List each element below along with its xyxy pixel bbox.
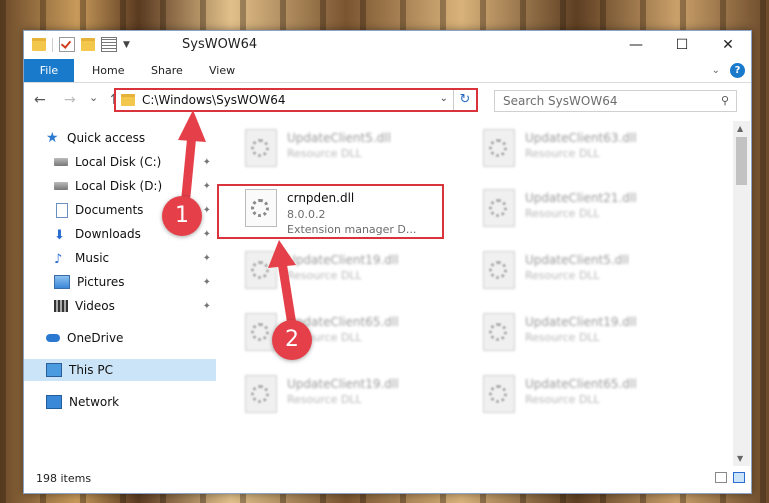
step-1-badge: 1 (162, 196, 202, 236)
arrow-2 (268, 240, 297, 330)
arrow-1 (178, 110, 206, 201)
annotation-arrows (178, 110, 297, 330)
step-2-badge: 2 (272, 320, 312, 360)
